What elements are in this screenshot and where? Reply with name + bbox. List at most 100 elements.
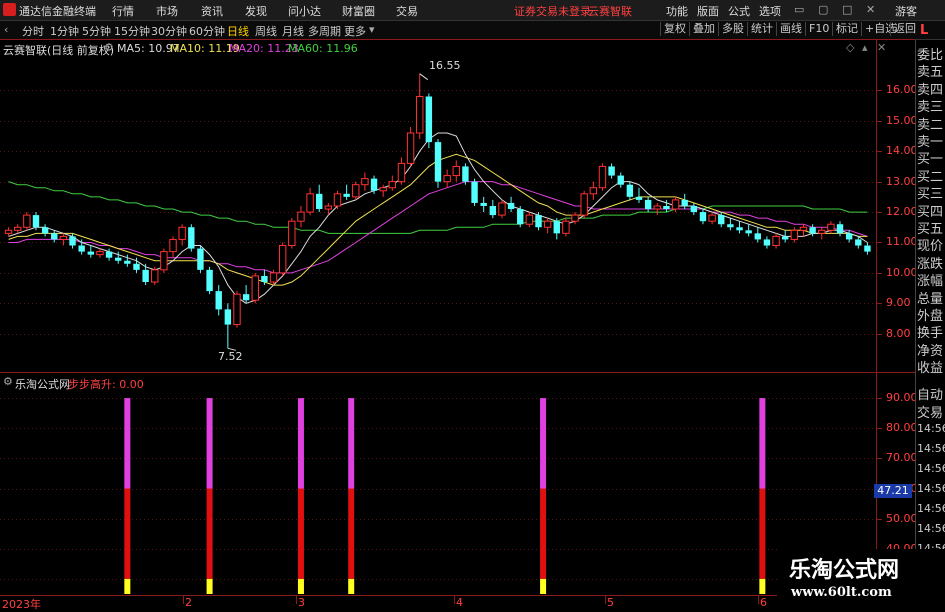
watermark-url: www.60lt.com <box>791 585 892 600</box>
candle-body-62 <box>571 214 579 222</box>
quote-item-5: 卖一 <box>917 135 944 150</box>
tick-time-1: 14:56 <box>917 442 945 455</box>
candle-body-1 <box>14 226 22 231</box>
candle-body-58 <box>535 215 542 228</box>
candle-body-21 <box>197 248 204 270</box>
quote-item-17: 净资 <box>917 343 944 359</box>
candle-body-10 <box>96 251 104 256</box>
corner-mark: L <box>920 23 929 38</box>
quote-item-12: 涨跌 <box>917 256 944 272</box>
signal-bar-magenta-1 <box>206 398 213 489</box>
stock-chart[interactable] <box>0 0 945 609</box>
candle-body-83 <box>763 239 771 246</box>
quote-item-14: 总量 <box>917 291 944 307</box>
auto-trade-item-1[interactable]: 交易 <box>917 402 943 421</box>
quote-item-6: 买一 <box>917 152 944 168</box>
candle-body-46 <box>425 96 433 143</box>
quote-item-10: 买五 <box>917 222 944 237</box>
signal-bars <box>124 398 766 594</box>
y-tick-sub-4: 50.00 <box>886 511 918 525</box>
quote-item-16: 换手 <box>917 326 944 342</box>
x-label-apr: 4 <box>456 596 463 609</box>
signal-bar-red-1 <box>206 488 213 579</box>
candle-body-69 <box>635 196 643 200</box>
ma60-line <box>8 181 868 234</box>
candle-body-37 <box>343 193 350 197</box>
candle-body-49 <box>452 165 460 177</box>
candle-body-39 <box>361 178 369 186</box>
candle-body-26 <box>242 294 250 301</box>
quote-item-11: 现价 <box>917 239 944 255</box>
candle-body-13 <box>124 260 131 264</box>
quote-item-8: 买三 <box>917 187 944 203</box>
quote-item-18: 收益 <box>917 361 944 377</box>
candle-body-68 <box>626 184 634 197</box>
ma20-line <box>8 181 868 274</box>
candle-body-74 <box>681 199 688 206</box>
signal-bar-magenta-5 <box>759 398 766 489</box>
signal-bar-magenta-3 <box>348 398 355 489</box>
candle-body-47 <box>434 142 442 182</box>
tick-time-5: 14:56 <box>917 522 945 535</box>
quote-item-3: 卖三 <box>917 100 944 116</box>
candle-body-76 <box>699 212 707 222</box>
low-label: 7.52 <box>218 350 243 363</box>
candle-body-20 <box>188 227 195 249</box>
candle-body-52 <box>480 202 487 206</box>
candle-body-0 <box>4 229 13 234</box>
signal-bar-magenta-0 <box>124 398 131 489</box>
candle-body-30 <box>278 245 287 274</box>
y-tick-main-6: 10.00 <box>886 265 918 279</box>
candle-body-50 <box>462 166 469 182</box>
candle-body-54 <box>498 202 506 216</box>
candle-body-19 <box>178 226 186 240</box>
quote-item-2: 卖四 <box>917 82 944 98</box>
candle-body-18 <box>169 238 177 253</box>
candle-body-89 <box>818 229 826 234</box>
tick-time-3: 14:56 <box>917 482 945 495</box>
y-tick-main-4: 12.00 <box>886 205 918 219</box>
candle-body-44 <box>406 132 415 164</box>
candle-body-66 <box>608 166 615 176</box>
candle-body-87 <box>799 226 808 231</box>
candle-body-38 <box>352 184 360 198</box>
candle-body-24 <box>224 309 232 325</box>
y-tick-sub-0: 90.00 <box>886 391 918 405</box>
quote-item-4: 卖二 <box>917 117 944 133</box>
candle-body-84 <box>772 235 780 247</box>
quote-item-13: 涨幅 <box>917 274 944 290</box>
y-tick-sub-2: 70.00 <box>886 451 918 465</box>
candle-body-90 <box>827 223 835 231</box>
candle-body-77 <box>708 214 716 222</box>
candle-body-53 <box>489 205 497 216</box>
sub-chart-title: 乐淘公式网 <box>15 378 70 391</box>
y-tick-main-5: 11.00 <box>886 235 918 249</box>
candle-body-9 <box>87 251 94 255</box>
candle-body-57 <box>525 214 534 225</box>
candle-body-15 <box>142 269 149 283</box>
high-label: 16.55 <box>429 59 461 72</box>
candle-body-91 <box>836 224 844 234</box>
candle-body-40 <box>370 178 378 191</box>
candle-body-61 <box>562 220 570 234</box>
quote-item-7: 买二 <box>917 169 944 185</box>
tick-time-4: 14:56 <box>917 502 945 515</box>
signal-bar-yellow-5 <box>759 578 766 594</box>
signal-bar-red-0 <box>124 488 131 579</box>
candle-body-70 <box>644 199 652 210</box>
candle-body-55 <box>507 202 515 210</box>
candle-body-4 <box>41 227 49 234</box>
x-label-jun: 6 <box>760 596 767 609</box>
signal-bar-red-3 <box>348 488 355 579</box>
candle-body-43 <box>397 162 406 183</box>
y-tick-main-1: 15.00 <box>886 113 918 127</box>
candle-body-73 <box>671 199 680 210</box>
auto-trade-item-0[interactable]: 自动 <box>917 384 943 403</box>
candle-body-29 <box>269 272 278 283</box>
axes <box>0 39 915 604</box>
y-tick-main-8: 8.00 <box>886 326 911 340</box>
candle-body-8 <box>78 245 85 252</box>
candle-body-60 <box>553 221 560 234</box>
sub-settings-icon[interactable]: ⚙ <box>3 375 13 388</box>
y-tick-main-7: 9.00 <box>886 296 911 310</box>
